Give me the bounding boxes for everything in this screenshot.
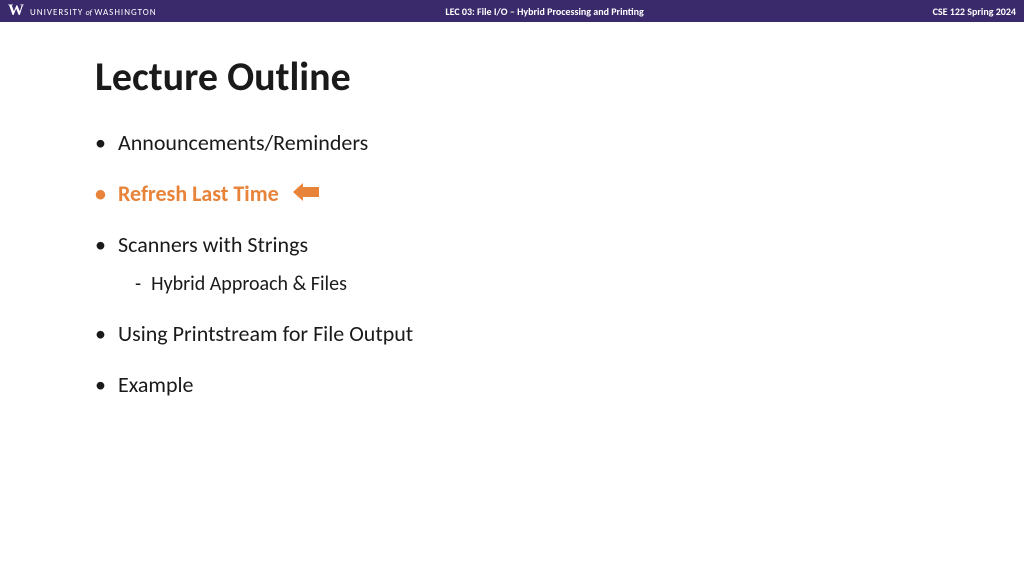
outline-item: Example [95,371,929,398]
outline-text: Example [118,371,194,398]
outline-item-current: Refresh Last Time [95,180,929,207]
outline-text: Scanners with Strings [118,231,308,258]
course-label: CSE 122 Spring 2024 [933,5,1016,18]
university-text: UNIVERSITY of WASHINGTON [30,5,157,18]
slide-header: W UNIVERSITY of WASHINGTON LEC 03: File … [0,0,1024,22]
outline-text: Using Printstream for File Output [118,320,413,347]
outline-sublist: Hybrid Approach & Files [135,272,929,296]
lecture-title: LEC 03: File I/O – Hybrid Processing and… [445,5,643,18]
outline-subtext: Hybrid Approach & Files [151,272,347,296]
outline-text: Announcements/Reminders [118,129,368,156]
uw-logo-letter: W [8,2,24,20]
outline-item: Scanners with Strings [95,231,929,258]
university-prefix: UNIVERSITY [30,7,83,18]
outline-text: Refresh Last Time [118,180,279,207]
university-of: of [86,8,93,18]
arrow-left-icon [293,180,319,207]
outline-item: Using Printstream for File Output [95,320,929,347]
page-title: Lecture Outline [95,52,929,101]
outline-item: Announcements/Reminders [95,129,929,156]
outline-list: Announcements/Reminders Refresh Last Tim… [95,129,929,398]
university-name: WASHINGTON [94,7,156,18]
outline-subitem: Hybrid Approach & Files [135,272,929,296]
slide-content: Lecture Outline Announcements/Reminders … [0,22,1024,452]
header-left: W UNIVERSITY of WASHINGTON [8,2,157,20]
